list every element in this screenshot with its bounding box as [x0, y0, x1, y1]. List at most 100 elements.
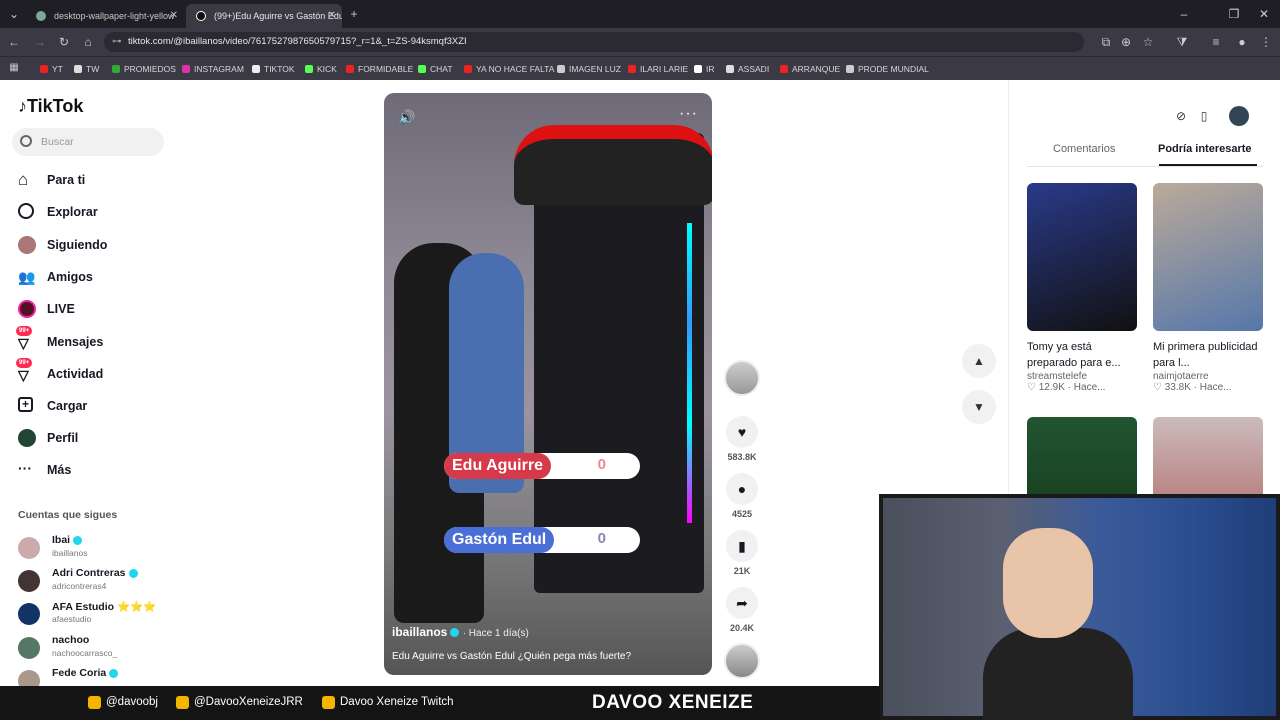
bookmark-item[interactable]: PRODE MUNDIAL — [846, 61, 929, 77]
tab-wallpaper[interactable]: desktop-wallpaper-light-yellow ✕ — [26, 4, 184, 28]
bookmark-item[interactable]: ASSADI — [726, 61, 769, 77]
suggested-video-card[interactable]: Mi primera publicidad para l... naimjota… — [1153, 183, 1263, 393]
tiktok-icon — [196, 11, 206, 21]
close-tab-icon[interactable]: ✕ — [170, 4, 178, 28]
bookmark-item[interactable]: ILARI LARIE — [628, 61, 688, 77]
tab-list-icon[interactable]: ⌄ — [6, 6, 22, 22]
avatar[interactable] — [1229, 106, 1249, 126]
new-tab-icon[interactable]: + — [346, 6, 362, 22]
nav-perfil[interactable]: Perfil — [16, 426, 176, 450]
tab-comentarios[interactable]: Comentarios — [1053, 143, 1115, 155]
webcam-overlay — [879, 494, 1280, 720]
twitch-handle: Davoo Xeneize Twitch — [322, 696, 454, 709]
nav-siguiendo[interactable]: Siguiendo — [16, 233, 176, 257]
close-window-icon[interactable]: ✕ — [1256, 6, 1272, 22]
home-browser-icon[interactable]: ⌂ — [80, 34, 96, 50]
bookmark-icon: ▮ — [726, 530, 758, 562]
extensions-icon[interactable]: ⧩ — [1174, 34, 1190, 50]
chevron-up-icon[interactable]: ▲ — [962, 344, 996, 378]
like-button[interactable]: ♥ 583.8K — [722, 416, 762, 462]
bookmark-item[interactable]: TIKTOK — [252, 61, 295, 77]
avatar — [18, 537, 40, 559]
bookmark-item[interactable]: YA NO HACE FALTA — [464, 61, 554, 77]
heart-outline-icon: ♡ — [1027, 382, 1036, 393]
address-bar[interactable]: ⊶ tiktok.com/@ibaillanos/video/761752798… — [104, 32, 1084, 52]
menu-icon[interactable]: ⋮ — [1258, 34, 1274, 50]
following-item[interactable]: Adri Contreras adricontreras4 — [18, 567, 178, 597]
comment-button[interactable]: ● 4525 — [722, 473, 762, 519]
reload-icon[interactable]: ↻ — [56, 34, 72, 50]
bookmark-item[interactable]: TW — [74, 61, 99, 77]
tab-bar: ⌄ desktop-wallpaper-light-yellow ✕ (99+)… — [0, 0, 1280, 28]
nav-amigos[interactable]: 👥 Amigos — [16, 265, 176, 289]
music-disc-avatar[interactable] — [724, 643, 760, 679]
bookmark-item[interactable]: IR — [694, 61, 715, 77]
tab-tiktok[interactable]: (99+)Edu Aguirre vs Gastón Edul ✕ — [186, 4, 342, 28]
more-options-icon[interactable]: ··· — [679, 105, 698, 123]
following-item[interactable]: Ibai ibaillanos — [18, 534, 178, 564]
avatar — [18, 637, 40, 659]
video-player[interactable]: 🔊 ··· Edu Aguirre 0 Gastón Edul 0 ibaill… — [384, 93, 712, 675]
video-thumbnail — [1153, 183, 1263, 331]
bookmark-item[interactable]: PROMIEDOS — [112, 61, 176, 77]
bookmark-item[interactable]: IMAGEN LUZ — [557, 61, 621, 77]
following-item[interactable]: AFA Estudio ⭐⭐⭐ afaestudio — [18, 600, 178, 630]
nav-live[interactable]: LIVE — [16, 297, 176, 321]
restore-icon[interactable]: ❐ — [1226, 6, 1242, 22]
tab-title: (99+)Edu Aguirre vs Gastón Edul — [214, 11, 342, 21]
url-text: tiktok.com/@ibaillanos/video/76175279876… — [128, 36, 467, 47]
globe-icon — [36, 11, 46, 21]
instagram-handle: @davoobj — [88, 696, 158, 709]
tab-divider — [1027, 166, 1263, 167]
apps-icon[interactable]: ▦ — [6, 60, 22, 76]
compass-icon[interactable]: ⊘ — [1171, 106, 1191, 126]
bookmark-item[interactable]: ARRANQUE — [780, 61, 840, 77]
bookmark-item[interactable]: CHAT — [418, 61, 453, 77]
volume-icon[interactable]: 🔊 — [398, 109, 415, 126]
creator-avatar[interactable] — [724, 360, 760, 396]
following-item[interactable]: nachoo nachoocarrasco_ — [18, 634, 178, 664]
profile-avatar-icon[interactable]: ● — [1234, 34, 1250, 50]
score-bar: Edu Aguirre 0 — [444, 453, 640, 479]
tab-podria-interesarte[interactable]: Podría interesarte — [1158, 143, 1252, 155]
live-icon — [18, 300, 36, 318]
device-icon[interactable]: ▯ — [1194, 106, 1214, 126]
stream-brand: DAVOO XENEIZE — [592, 692, 754, 713]
verified-icon — [73, 535, 83, 545]
chevron-down-icon[interactable]: ▼ — [962, 390, 996, 424]
nav-explorar[interactable]: Explorar — [16, 200, 176, 224]
bookmark-item[interactable]: INSTAGRAM — [182, 61, 244, 77]
save-button[interactable]: ▮ 21K — [722, 530, 762, 576]
sidebar: ♪TikTok Buscar ⌂ Para ti Explorar Siguien… — [0, 80, 180, 692]
browser-chrome: ⌄ desktop-wallpaper-light-yellow ✕ (99+)… — [0, 0, 1280, 80]
bookmark-star-icon[interactable]: ☆ — [1140, 34, 1156, 50]
nav-cargar[interactable]: + Cargar — [16, 394, 176, 418]
bookmark-item[interactable]: FORMIDABLE — [346, 61, 413, 77]
nav-mensajes[interactable]: ▽ 99+ Mensajes — [16, 326, 176, 354]
upload-icon: + — [18, 397, 33, 412]
tab-indicator — [1159, 164, 1257, 166]
zoom-icon[interactable]: ⊕ — [1118, 34, 1134, 50]
video-author[interactable]: ibaillanos · Hace 1 día(s) — [392, 625, 529, 639]
nav-mas[interactable]: ··· Más — [16, 458, 176, 482]
tiktok-logo[interactable]: ♪TikTok — [18, 96, 83, 117]
site-info-icon[interactable]: ⊶ — [112, 32, 122, 52]
share-button[interactable]: ➦ 20.4K — [722, 587, 762, 633]
minimize-icon[interactable]: – — [1176, 6, 1192, 22]
friends-icon: 👥 — [18, 269, 36, 285]
bookmark-item[interactable]: YT — [40, 61, 63, 77]
nav-para-ti[interactable]: ⌂ Para ti — [16, 168, 176, 192]
nav-actividad[interactable]: ▽ 99+ Actividad — [16, 358, 176, 386]
avatar — [18, 570, 40, 592]
suggested-video-card[interactable]: Tomy ya está preparado para e... streams… — [1027, 183, 1137, 393]
close-tab-icon[interactable]: ✕ — [328, 4, 336, 28]
bookmark-item[interactable]: KICK — [305, 61, 337, 77]
media-icon[interactable]: ≡ — [1208, 34, 1224, 50]
video-thumbnail — [1027, 183, 1137, 331]
install-icon[interactable]: ⧉ — [1098, 34, 1114, 50]
activity-badge: 99+ — [16, 358, 33, 368]
search-input[interactable]: Buscar — [12, 128, 164, 156]
forward-icon[interactable]: → — [32, 34, 48, 50]
back-icon[interactable]: ← — [6, 34, 22, 50]
messages-badge: 99+ — [16, 326, 33, 336]
